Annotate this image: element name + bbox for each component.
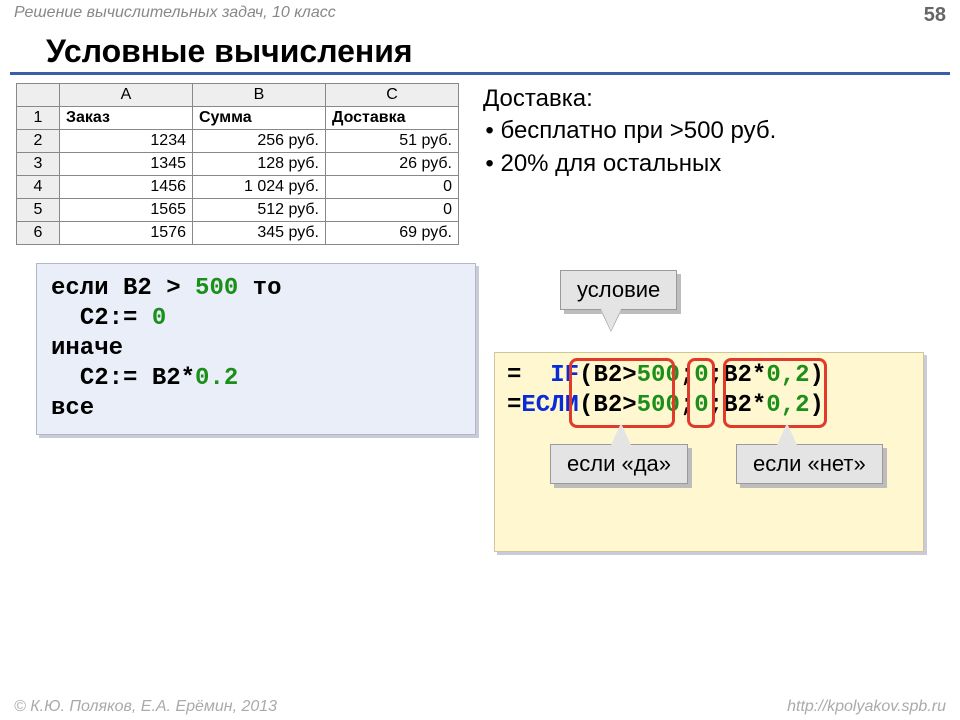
table-cell: 1 024 руб. [193, 176, 326, 199]
subject-label: Решение вычислительных задач, 10 класс [14, 4, 336, 27]
row-header: 2 [17, 130, 60, 153]
page-title: Условные вычисления [10, 27, 950, 75]
delivery-title: Доставка: [483, 83, 776, 115]
copyright: © К.Ю. Поляков, Е.А. Ерёмин, 2013 [14, 698, 277, 716]
col-header-C: C [326, 84, 459, 107]
callout-label: если «нет» [753, 451, 866, 476]
cell-B1: Сумма [193, 107, 326, 130]
pseudo-line: иначе [51, 334, 461, 364]
page-number: 58 [924, 4, 946, 27]
row-header: 1 [17, 107, 60, 130]
table-cell: 1456 [60, 176, 193, 199]
delivery-other: 20% для остальных [483, 148, 776, 180]
spreadsheet-table: A B C 1 Заказ Сумма Доставка 2 1234 256 … [16, 83, 459, 245]
table-cell: 1576 [60, 222, 193, 245]
footer-url: http://kpolyakov.spb.ru [787, 698, 946, 716]
pseudocode-box: если B2 > 500 то C2:= 0 иначе C2:= B2*0.… [36, 263, 476, 435]
row-header: 6 [17, 222, 60, 245]
table-cell: 512 руб. [193, 199, 326, 222]
table-cell: 1565 [60, 199, 193, 222]
table-cell: 1345 [60, 153, 193, 176]
pseudo-line: C2:= B2*0.2 [51, 364, 461, 394]
callout-label: если «да» [567, 451, 671, 476]
table-cell: 26 руб. [326, 153, 459, 176]
callout-condition: условие [560, 270, 677, 310]
slide-footer: © К.Ю. Поляков, Е.А. Ерёмин, 2013 http:/… [0, 698, 960, 716]
table-cell: 51 руб. [326, 130, 459, 153]
cell-A1: Заказ [60, 107, 193, 130]
table-cell: 0 [326, 199, 459, 222]
table-cell: 345 руб. [193, 222, 326, 245]
pseudo-line: если B2 > 500 то [51, 274, 461, 304]
callout-yes: если «да» [550, 444, 688, 484]
row-header: 3 [17, 153, 60, 176]
table-cell: 128 руб. [193, 153, 326, 176]
table-cell: 69 руб. [326, 222, 459, 245]
row-header: 4 [17, 176, 60, 199]
corner-cell [17, 84, 60, 107]
delivery-rules: Доставка: бесплатно при >500 руб. 20% дл… [483, 83, 776, 180]
delivery-free: бесплатно при >500 руб. [483, 115, 776, 147]
table-cell: 1234 [60, 130, 193, 153]
row-header: 5 [17, 199, 60, 222]
col-header-A: A [60, 84, 193, 107]
cell-C1: Доставка [326, 107, 459, 130]
slide-header: Решение вычислительных задач, 10 класс 5… [0, 0, 960, 27]
callout-no: если «нет» [736, 444, 883, 484]
table-cell: 0 [326, 176, 459, 199]
pseudo-line: C2:= 0 [51, 304, 461, 334]
callout-label: условие [577, 277, 660, 302]
pseudo-line: все [51, 394, 461, 424]
table-cell: 256 руб. [193, 130, 326, 153]
col-header-B: B [193, 84, 326, 107]
